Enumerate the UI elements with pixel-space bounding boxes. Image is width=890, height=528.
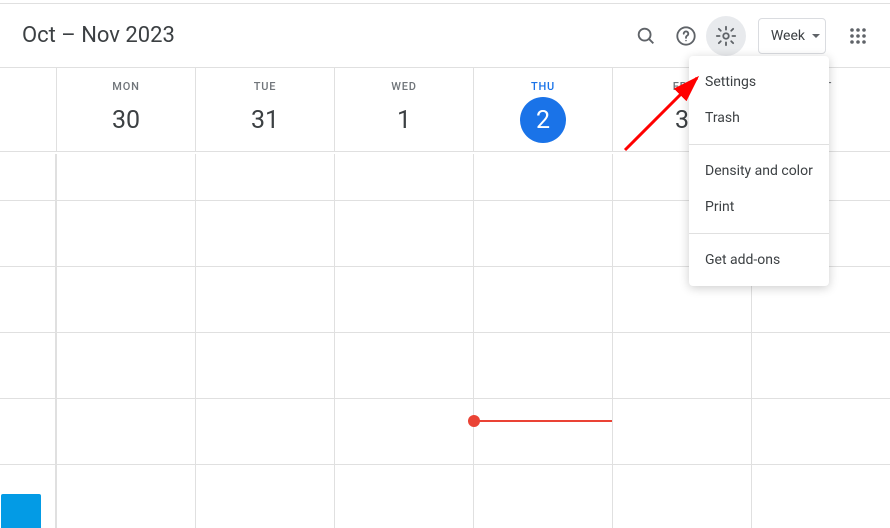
day-number: 30: [103, 97, 149, 143]
apps-grid-icon: [849, 27, 867, 45]
date-range-title: Oct – Nov 2023: [22, 23, 626, 48]
grid-col-mon[interactable]: [56, 154, 195, 528]
grid-col-thu[interactable]: [473, 154, 612, 528]
day-abbr: TUE: [196, 80, 334, 93]
time-gutter-head: [0, 68, 56, 151]
gear-icon: [715, 25, 737, 47]
triangle-down-icon: [811, 31, 821, 41]
day-header-mon[interactable]: MON 30: [56, 68, 195, 151]
google-apps-button[interactable]: [838, 16, 878, 56]
help-icon: [675, 25, 697, 47]
day-number: 1: [381, 97, 427, 143]
search-button[interactable]: [626, 16, 666, 56]
day-abbr: WED: [335, 80, 473, 93]
settings-button[interactable]: [706, 16, 746, 56]
settings-dropdown-menu: Settings Trash Density and color Print G…: [689, 56, 829, 286]
hour-gridline: [0, 332, 890, 333]
day-header-wed[interactable]: WED 1: [334, 68, 473, 151]
day-number: 2: [520, 97, 566, 143]
search-icon: [635, 25, 657, 47]
now-indicator-dot: [468, 415, 480, 427]
help-button[interactable]: [666, 16, 706, 56]
menu-separator: [689, 233, 829, 234]
hour-gridline: [0, 464, 890, 465]
view-switcher-label: Week: [771, 28, 805, 44]
view-switcher[interactable]: Week: [758, 18, 826, 54]
time-gutter: [0, 154, 56, 528]
now-indicator: [474, 420, 612, 422]
day-abbr: THU: [474, 80, 612, 93]
menu-item-settings[interactable]: Settings: [689, 64, 829, 100]
day-number: 31: [242, 97, 288, 143]
hour-gridline: [0, 398, 890, 399]
day-header-tue[interactable]: TUE 31: [195, 68, 334, 151]
menu-item-get-addons[interactable]: Get add-ons: [689, 242, 829, 278]
calendar-event[interactable]: [1, 494, 41, 528]
day-abbr: MON: [57, 80, 195, 93]
menu-item-trash[interactable]: Trash: [689, 100, 829, 136]
grid-col-tue[interactable]: [195, 154, 334, 528]
day-header-thu[interactable]: THU 2: [473, 68, 612, 151]
grid-col-wed[interactable]: [334, 154, 473, 528]
menu-separator: [689, 144, 829, 145]
menu-item-print[interactable]: Print: [689, 189, 829, 225]
menu-item-density-color[interactable]: Density and color: [689, 153, 829, 189]
